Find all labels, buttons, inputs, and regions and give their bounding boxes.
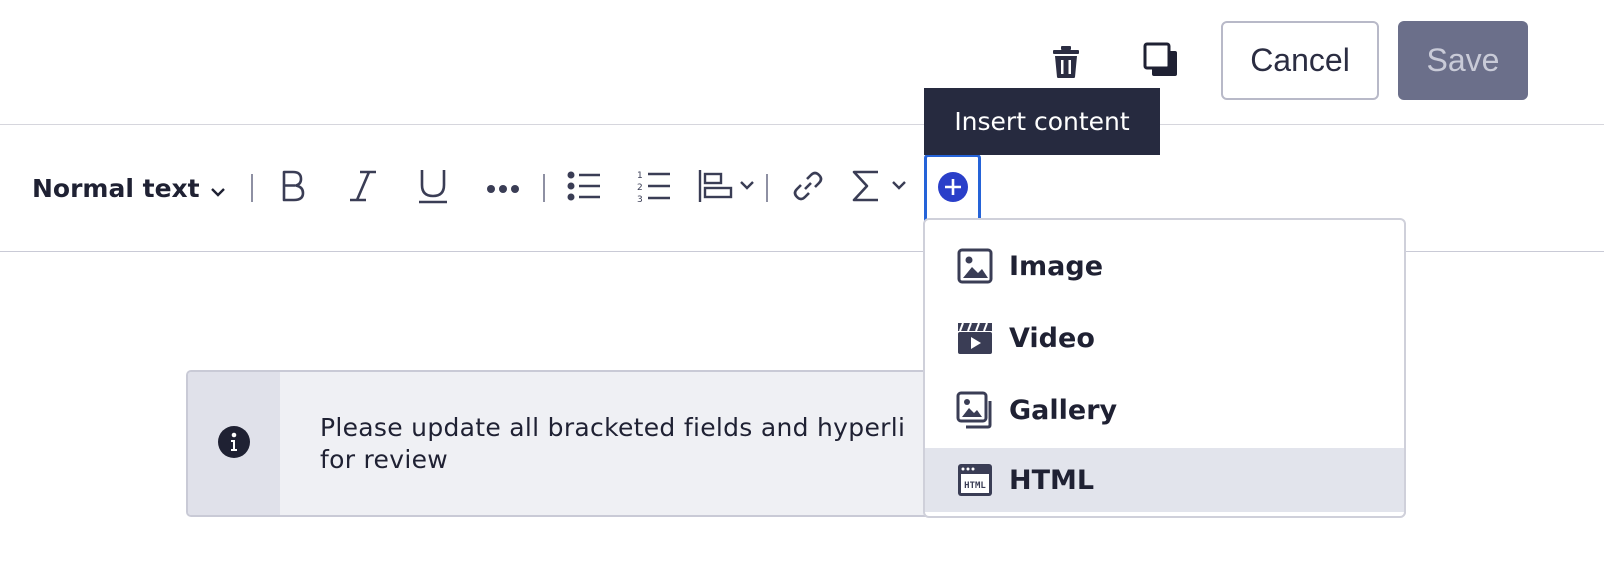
insert-content-button[interactable] xyxy=(924,154,981,224)
chevron-down-icon xyxy=(210,174,226,203)
numbered-list-button[interactable]: 1 2 3 xyxy=(628,162,680,214)
menu-item-video[interactable]: Video xyxy=(925,306,1404,370)
align-dropdown[interactable] xyxy=(696,162,758,214)
bold-button[interactable] xyxy=(267,162,319,214)
menu-item-image[interactable]: Image xyxy=(925,234,1404,298)
toolbar-divider xyxy=(766,174,768,202)
math-dropdown[interactable] xyxy=(850,162,912,214)
insert-content-tooltip: Insert content xyxy=(924,88,1160,155)
more-formatting-button[interactable] xyxy=(477,162,529,214)
delete-button[interactable] xyxy=(1046,44,1086,84)
bullet-list-icon xyxy=(567,171,601,205)
menu-item-html[interactable]: HTML HTML xyxy=(925,448,1404,512)
text-style-label: Normal text xyxy=(32,173,200,203)
plus-circle-icon xyxy=(937,171,969,207)
image-icon xyxy=(955,246,995,286)
italic-button[interactable] xyxy=(337,162,389,214)
svg-text:3: 3 xyxy=(637,195,643,203)
insert-content-menu: Image Video Gallery HTML HTML xyxy=(923,218,1406,518)
toolbar-divider xyxy=(543,174,545,202)
trash-icon xyxy=(1052,45,1080,83)
link-icon xyxy=(792,170,824,206)
underline-button[interactable] xyxy=(407,162,459,214)
svg-text:HTML: HTML xyxy=(964,481,986,491)
italic-icon xyxy=(348,169,378,207)
svg-text:1: 1 xyxy=(637,171,643,181)
info-icon xyxy=(217,425,251,463)
duplicate-icon xyxy=(1143,42,1179,82)
sigma-icon xyxy=(851,169,911,207)
menu-item-gallery[interactable]: Gallery xyxy=(925,378,1404,442)
gallery-icon xyxy=(955,390,995,430)
svg-text:2: 2 xyxy=(637,183,643,193)
menu-item-label: HTML xyxy=(1009,464,1095,496)
banner-icon-area xyxy=(188,372,280,515)
bullet-list-button[interactable] xyxy=(558,162,610,214)
cancel-button[interactable]: Cancel xyxy=(1221,21,1379,100)
more-icon xyxy=(486,179,520,198)
top-bar: Cancel Save xyxy=(0,0,1604,125)
link-button[interactable] xyxy=(782,162,834,214)
numbered-list-icon: 1 2 3 xyxy=(637,169,671,207)
video-icon xyxy=(955,318,995,358)
menu-item-label: Image xyxy=(1009,250,1104,282)
menu-item-label: Video xyxy=(1009,322,1095,354)
html-icon: HTML xyxy=(955,460,995,500)
duplicate-button[interactable] xyxy=(1141,42,1181,82)
text-style-dropdown[interactable]: Normal text xyxy=(32,166,226,210)
menu-item-label: Gallery xyxy=(1009,394,1118,426)
align-icon xyxy=(698,169,756,207)
toolbar-divider xyxy=(251,174,253,202)
bold-icon xyxy=(280,169,306,207)
underline-icon xyxy=(417,168,449,208)
save-button[interactable]: Save xyxy=(1398,21,1528,100)
